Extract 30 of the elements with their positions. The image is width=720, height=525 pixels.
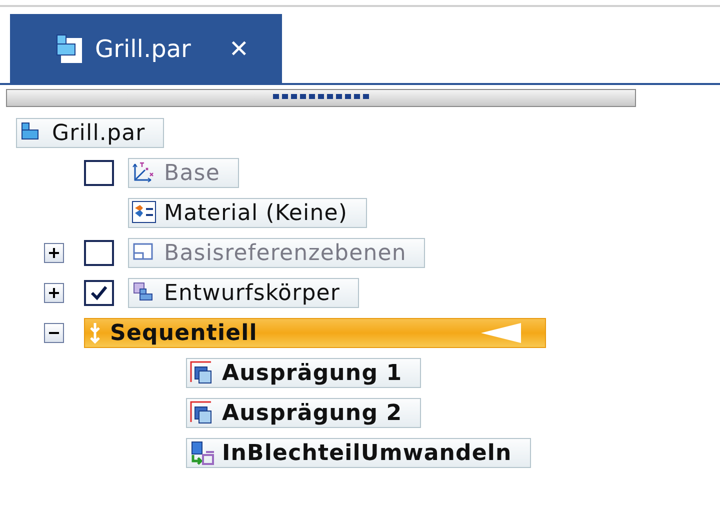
tree-item[interactable]: Basisreferenzebenen	[128, 238, 426, 268]
tree-item[interactable]: Material (Keine)	[128, 198, 367, 228]
tree-item[interactable]: InBlechteilUmwandeln	[186, 438, 531, 468]
tree-item[interactable]: Grill.par	[16, 118, 164, 148]
expand-button[interactable]	[44, 243, 64, 263]
material-icon	[132, 201, 156, 225]
tree-item[interactable]: Ausprägung 1	[186, 358, 422, 388]
close-button[interactable]: ✕	[224, 34, 254, 62]
tree-item[interactable]: Base	[128, 158, 239, 188]
minus-icon	[49, 332, 59, 334]
pointer-icon	[479, 322, 523, 344]
collapse-button[interactable]	[44, 323, 64, 343]
arrows-icon	[88, 322, 102, 344]
checkmark-icon	[90, 285, 108, 301]
plus-icon	[49, 248, 59, 258]
tree-item[interactable]: Entwurfskörper	[128, 278, 360, 308]
checkbox[interactable]	[84, 280, 114, 306]
axes-icon	[132, 161, 156, 185]
checkbox[interactable]	[84, 240, 114, 266]
tree-item[interactable]: Ausprägung 2	[186, 398, 422, 428]
block-icon	[190, 401, 214, 425]
splitter-handle[interactable]	[6, 89, 636, 107]
convert-icon	[190, 441, 214, 465]
checkbox[interactable]	[84, 160, 114, 186]
document-tab[interactable]: Grill.par ✕	[10, 14, 282, 83]
selected-tree-item[interactable]: Sequentiell	[84, 318, 546, 348]
plus-icon	[49, 288, 59, 298]
block-icon	[190, 361, 214, 385]
expand-button[interactable]	[44, 283, 64, 303]
part-icon	[55, 34, 83, 64]
